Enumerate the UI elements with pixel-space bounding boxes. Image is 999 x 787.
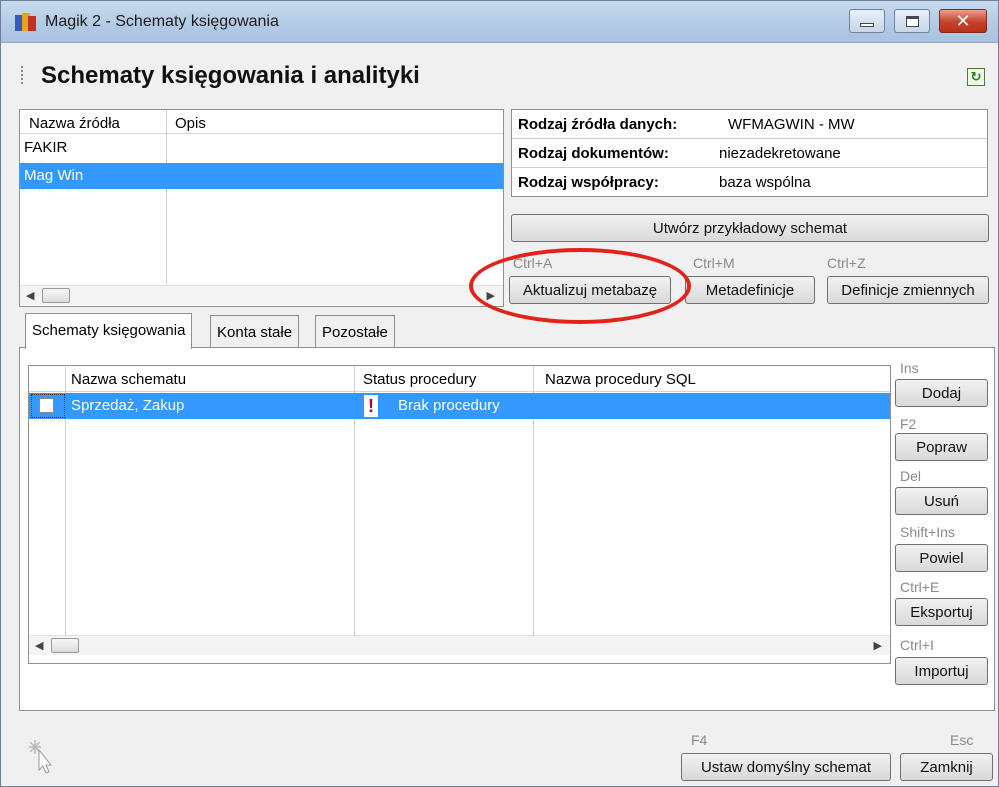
variable-definitions-button[interactable]: Definicje zmiennych: [827, 276, 989, 304]
info-row: Rodzaj współpracy: baza wspólna: [512, 168, 987, 197]
edit-button[interactable]: Popraw: [895, 433, 988, 461]
tab-other[interactable]: Pozostałe: [315, 315, 395, 348]
refresh-icon[interactable]: ↻: [967, 68, 985, 86]
source-info-panel: Rodzaj źródła danych: WFMAGWIN - MW Rodz…: [511, 109, 988, 197]
info-label: Rodzaj współpracy:: [518, 174, 659, 191]
tab-fixed-accounts[interactable]: Konta stałe: [210, 315, 300, 348]
source-name: Mag Win: [24, 167, 84, 184]
minimize-icon: [860, 23, 874, 27]
column-header-procedure-status[interactable]: Status procedury: [363, 371, 476, 388]
shortcut-hint: Ctrl+I: [900, 637, 934, 653]
shortcut-hint: Del: [900, 468, 922, 484]
shortcut-hint: Ctrl+Z: [827, 255, 866, 271]
shortcut-hint: Ins: [900, 360, 919, 376]
info-value: baza wspólna: [719, 174, 811, 191]
maximize-button[interactable]: [894, 9, 930, 33]
shortcut-hint: Esc: [950, 732, 974, 748]
grid-header: Nazwa schematu Status procedury Nazwa pr…: [29, 366, 890, 392]
title-bar[interactable]: Magik 2 - Schematy księgowania ✕: [1, 1, 998, 43]
main-window: Magik 2 - Schematy księgowania ✕ Schemat…: [0, 0, 999, 787]
minimize-button[interactable]: [849, 9, 885, 33]
table-row[interactable]: Sprzedaż, Zakup ! Brak procedury: [29, 393, 890, 419]
source-name: FAKIR: [24, 139, 68, 156]
info-value: niezadekretowane: [719, 145, 841, 162]
scroll-left-icon[interactable]: ◀: [26, 289, 34, 302]
maximize-icon: [905, 15, 919, 27]
info-row: Rodzaj źródła danych: WFMAGWIN - MW: [512, 110, 987, 139]
import-button[interactable]: Importuj: [895, 657, 988, 685]
row-checkbox[interactable]: [39, 398, 54, 413]
close-icon: ✕: [955, 10, 971, 32]
list-item[interactable]: FAKIR: [20, 135, 503, 161]
shortcut-hint: F2: [900, 416, 917, 432]
add-button[interactable]: Dodaj: [895, 379, 988, 407]
shortcut-hint: Ctrl+M: [693, 255, 735, 271]
metadefinitions-button[interactable]: Metadefinicje: [685, 276, 815, 304]
set-default-schema-button[interactable]: Ustaw domyślny schemat: [681, 753, 891, 781]
column-header-sql-procedure[interactable]: Nazwa procedury SQL: [545, 371, 696, 388]
sources-list[interactable]: Nazwa źródła Opis FAKIR Mag Win ◀ ▶: [19, 109, 504, 307]
horizontal-scrollbar[interactable]: ◀ ▶: [29, 635, 890, 655]
info-label: Rodzaj źródła danych:: [518, 116, 678, 133]
tab-posting-schemes[interactable]: Schematy księgowania: [25, 313, 193, 349]
horizontal-scrollbar[interactable]: ◀ ▶: [20, 285, 503, 305]
app-icon: [15, 13, 37, 33]
shortcut-hint: Shift+Ins: [900, 524, 955, 540]
page-title: Schematy księgowania i analityki: [41, 62, 420, 89]
close-button[interactable]: Zamknij: [900, 753, 993, 781]
close-window-button[interactable]: ✕: [939, 9, 987, 33]
column-header-description[interactable]: Opis: [175, 115, 206, 132]
create-example-button[interactable]: Utwórz przykładowy schemat: [511, 214, 989, 242]
sources-header: Nazwa źródła Opis: [20, 110, 503, 134]
scroll-thumb[interactable]: [42, 288, 70, 303]
column-header-schema-name[interactable]: Nazwa schematu: [71, 371, 186, 388]
shortcut-hint: F4: [691, 732, 708, 748]
grip-handle: [21, 66, 23, 84]
info-label: Rodzaj dokumentów:: [518, 145, 669, 162]
highlight-ellipse: [469, 248, 691, 324]
scroll-right-icon[interactable]: ▶: [874, 639, 882, 652]
export-button[interactable]: Eksportuj: [895, 598, 988, 626]
exclamation-icon: !: [364, 395, 378, 417]
page-header: Schematy księgowania i analityki ↻: [1, 44, 998, 94]
window-title: Magik 2 - Schematy księgowania: [45, 13, 279, 30]
info-value: WFMAGWIN - MW: [728, 116, 855, 133]
column-header-source-name[interactable]: Nazwa źródła: [29, 115, 120, 132]
delete-button[interactable]: Usuń: [895, 487, 988, 515]
info-row: Rodzaj dokumentów: niezadekretowane: [512, 139, 987, 168]
schemas-grid[interactable]: Nazwa schematu Status procedury Nazwa pr…: [28, 365, 891, 664]
procedure-status: Brak procedury: [398, 397, 500, 414]
scroll-thumb[interactable]: [51, 638, 79, 653]
wait-cursor-icon: [29, 740, 53, 774]
shortcut-hint: Ctrl+E: [900, 579, 940, 595]
schema-name: Sprzedaż, Zakup: [71, 397, 185, 414]
list-item-selected[interactable]: Mag Win: [20, 163, 503, 189]
scroll-left-icon[interactable]: ◀: [35, 639, 43, 652]
duplicate-button[interactable]: Powiel: [895, 544, 988, 572]
